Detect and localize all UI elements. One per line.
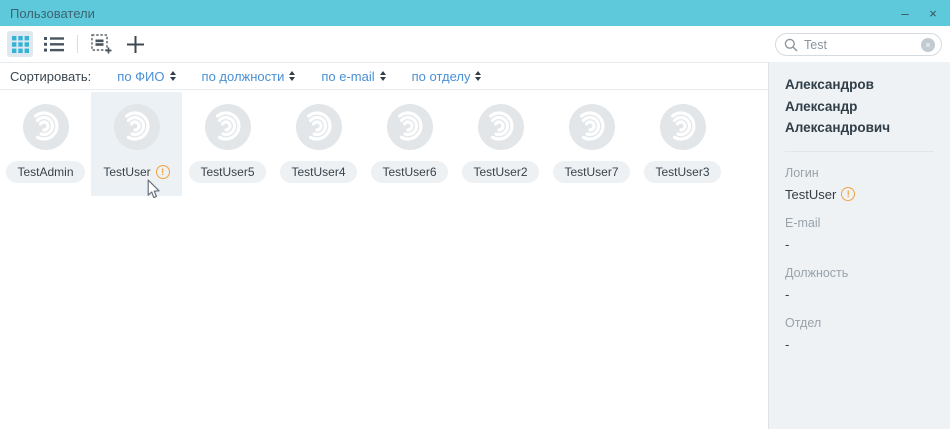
sort-option[interactable]: по отделу bbox=[412, 69, 482, 84]
user-avatar-icon bbox=[296, 104, 342, 150]
detail-field: E-mail - bbox=[785, 216, 934, 252]
clear-search-icon[interactable]: × bbox=[921, 38, 935, 52]
user-name: TestUser7 bbox=[564, 165, 618, 179]
plus-icon bbox=[126, 35, 145, 54]
user-avatar-icon bbox=[478, 104, 524, 150]
list-view-button[interactable] bbox=[41, 31, 67, 57]
detail-field-value: - bbox=[785, 237, 934, 252]
user-name-pill: TestUser ! bbox=[92, 161, 180, 183]
content-area: Сортировать: по ФИО по должности по e-ma… bbox=[0, 62, 950, 429]
user-tile[interactable]: TestUser ! bbox=[91, 92, 182, 196]
grid-view-button[interactable] bbox=[7, 31, 33, 57]
magnifier-icon bbox=[784, 38, 798, 52]
detail-field-label: Должность bbox=[785, 266, 934, 280]
selected-user-full-name: Александров Александр Александрович bbox=[785, 74, 934, 139]
grid-view-icon bbox=[12, 36, 29, 53]
user-tile[interactable]: TestUser6 bbox=[364, 92, 455, 196]
detail-field: Логин TestUser ! bbox=[785, 166, 934, 202]
user-avatar-icon bbox=[660, 104, 706, 150]
user-name-pill: TestUser5 bbox=[189, 161, 265, 183]
toolbar: × bbox=[0, 26, 950, 62]
user-tile[interactable]: TestUser2 bbox=[455, 92, 546, 196]
sort-option-label: по ФИО bbox=[117, 69, 164, 84]
window-controls: – × bbox=[898, 7, 940, 20]
detail-field: Отдел - bbox=[785, 316, 934, 352]
user-name: TestUser bbox=[103, 165, 150, 179]
user-name-pill: TestUser3 bbox=[644, 161, 720, 183]
add-group-button[interactable] bbox=[88, 31, 114, 57]
sort-arrows-icon bbox=[380, 71, 386, 81]
user-avatar-icon bbox=[23, 104, 69, 150]
main-panel: Сортировать: по ФИО по должности по e-ma… bbox=[0, 62, 768, 429]
user-name-pill: TestUser4 bbox=[280, 161, 356, 183]
sort-option-label: по отделу bbox=[412, 69, 471, 84]
sort-arrows-icon bbox=[289, 71, 295, 81]
minimize-icon[interactable]: – bbox=[898, 7, 912, 20]
user-name-pill: TestUser2 bbox=[462, 161, 538, 183]
search-input[interactable] bbox=[804, 38, 921, 52]
sidebar-divider bbox=[785, 151, 934, 152]
close-icon[interactable]: × bbox=[926, 7, 940, 20]
user-avatar-icon bbox=[114, 104, 160, 150]
user-tile[interactable]: TestUser7 bbox=[546, 92, 637, 196]
window-title: Пользователи bbox=[10, 6, 95, 21]
user-tile[interactable]: TestUser3 bbox=[637, 92, 728, 196]
titlebar: Пользователи – × bbox=[0, 0, 950, 26]
toolbar-divider bbox=[77, 35, 78, 53]
user-name-pill: TestUser6 bbox=[371, 161, 447, 183]
user-name: TestUser2 bbox=[473, 165, 527, 179]
user-tile[interactable]: TestUser5 bbox=[182, 92, 273, 196]
sort-option-label: по e-mail bbox=[321, 69, 374, 84]
detail-field-label: Логин bbox=[785, 166, 934, 180]
sort-arrows-icon bbox=[475, 71, 481, 81]
user-avatar-icon bbox=[387, 104, 433, 150]
detail-field-label: Отдел bbox=[785, 316, 934, 330]
sort-bar: Сортировать: по ФИО по должности по e-ma… bbox=[0, 62, 768, 90]
user-name: TestUser6 bbox=[382, 165, 436, 179]
add-group-icon bbox=[91, 34, 112, 54]
detail-field-label: E-mail bbox=[785, 216, 934, 230]
user-name: TestUser3 bbox=[655, 165, 709, 179]
user-name: TestAdmin bbox=[17, 165, 73, 179]
user-name: TestUser5 bbox=[200, 165, 254, 179]
warning-icon: ! bbox=[156, 165, 170, 179]
sort-label: Сортировать: bbox=[10, 69, 91, 84]
user-tile[interactable]: TestAdmin bbox=[0, 92, 91, 196]
detail-field: Должность - bbox=[785, 266, 934, 302]
detail-field-value: - bbox=[785, 337, 934, 352]
list-view-icon bbox=[44, 36, 64, 52]
user-avatar-icon bbox=[569, 104, 615, 150]
sort-option[interactable]: по e-mail bbox=[321, 69, 385, 84]
user-name-pill: TestAdmin bbox=[6, 161, 84, 183]
app-window: Пользователи – × bbox=[0, 0, 950, 429]
details-sidebar: Александров Александр Александрович Логи… bbox=[768, 62, 950, 429]
sort-option[interactable]: по должности bbox=[202, 69, 296, 84]
sort-arrows-icon bbox=[170, 71, 176, 81]
user-grid: TestAdmin Te bbox=[0, 90, 768, 196]
user-avatar-icon bbox=[205, 104, 251, 150]
user-tile[interactable]: TestUser4 bbox=[273, 92, 364, 196]
user-name-pill: TestUser7 bbox=[553, 161, 629, 183]
add-user-button[interactable] bbox=[122, 31, 148, 57]
sort-option[interactable]: по ФИО bbox=[117, 69, 175, 84]
warning-icon: ! bbox=[841, 187, 855, 201]
search-box: × bbox=[775, 33, 942, 56]
detail-field-value: - bbox=[785, 287, 934, 302]
user-name: TestUser4 bbox=[291, 165, 345, 179]
sort-option-label: по должности bbox=[202, 69, 285, 84]
detail-field-value: TestUser ! bbox=[785, 187, 934, 202]
